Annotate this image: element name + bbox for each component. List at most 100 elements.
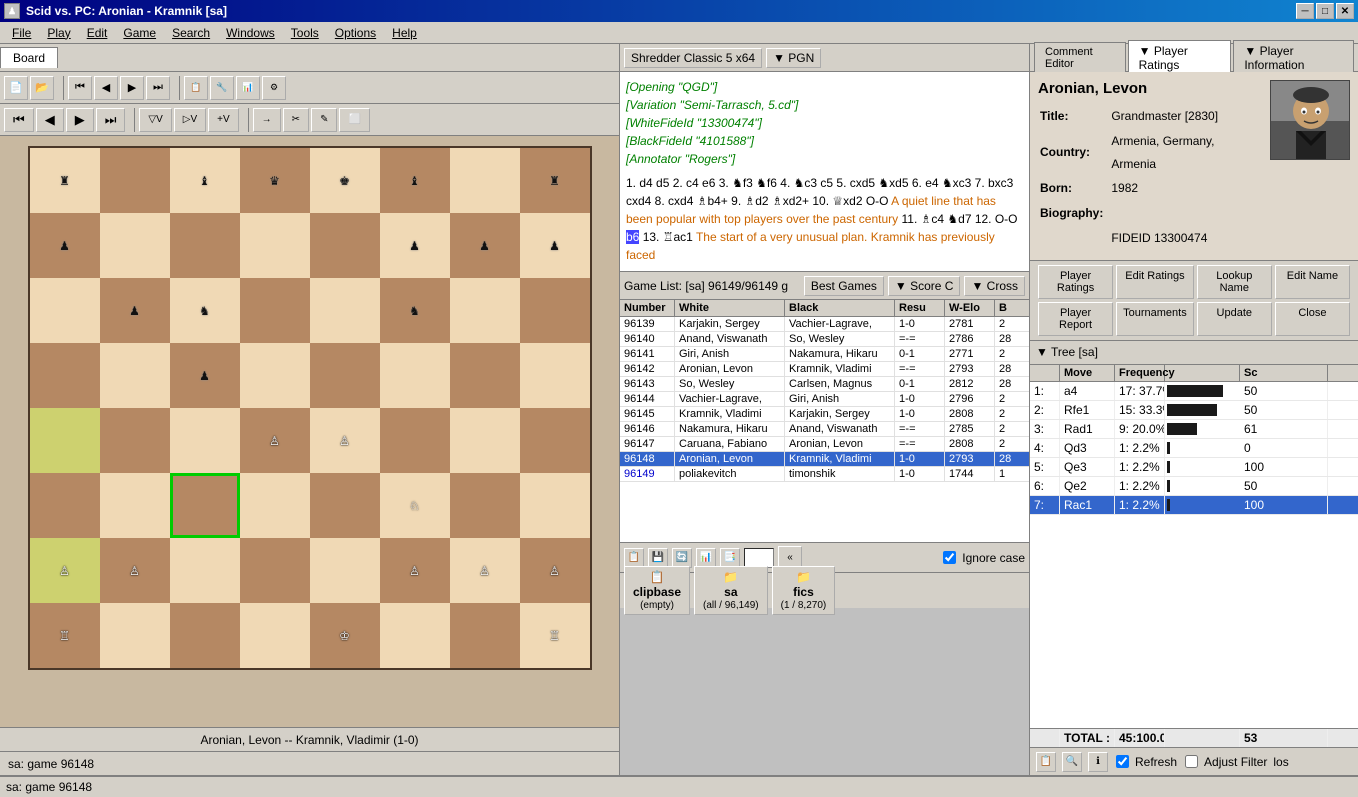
nav-end[interactable]: ⏭ [146,76,170,100]
nav-add-var[interactable]: +V [208,108,239,132]
nav-prev[interactable]: ◀ [36,108,64,132]
lookup-name-btn[interactable]: Lookup Name [1197,265,1272,299]
square-b2[interactable]: ♙ [100,538,170,603]
square-h3[interactable] [520,473,590,538]
nav-first[interactable]: ⏮ [4,108,34,132]
square-h2[interactable]: ♙ [520,538,590,603]
toolbar-icon4[interactable]: ⚙ [262,76,286,100]
game-row[interactable]: 96139Karjakin, SergeyVachier-Lagrave,1-0… [620,317,1029,332]
square-h4[interactable] [520,408,590,473]
square-e1[interactable]: ♔ [310,603,380,668]
fics-btn[interactable]: 📁 fics (1 / 8,270) [772,566,836,615]
tree-row[interactable]: 5:Qe31: 2.2%100 [1030,458,1358,477]
game-row[interactable]: 96142Aronian, LevonKramnik, Vladimi=-=27… [620,362,1029,377]
square-e2[interactable] [310,538,380,603]
clipbase-btn[interactable]: 📋 clipbase (empty) [624,566,690,615]
open-btn[interactable]: 📂 [30,76,54,100]
square-d2[interactable] [240,538,310,603]
square-b8[interactable] [100,148,170,213]
square-g2[interactable]: ♙ [450,538,520,603]
menu-item-help[interactable]: Help [384,24,425,42]
tree-icon1[interactable]: 📋 [1036,752,1056,772]
nav-copy[interactable]: ⬜ [339,108,369,132]
square-a4[interactable] [30,408,100,473]
menu-item-tools[interactable]: Tools [283,24,327,42]
square-f8[interactable]: ♝ [380,148,450,213]
game-row[interactable]: 96143So, WesleyCarlsen, Magnus0-1281228 [620,377,1029,392]
game-row[interactable]: 96146Nakamura, HikaruAnand, Viswanath=-=… [620,422,1029,437]
game-row[interactable]: 96144Vachier-Lagrave,Giri, Anish1-027962 [620,392,1029,407]
square-a3[interactable] [30,473,100,538]
comment-editor-tab[interactable]: Comment Editor [1034,42,1126,73]
gl-toolbar-btn1[interactable]: 📋 [624,548,644,568]
nav-fwd[interactable]: ▶ [120,76,144,100]
toolbar-icon1[interactable]: 📋 [184,76,208,100]
edit-name-btn[interactable]: Edit Name [1275,265,1350,299]
game-row[interactable]: 96140Anand, ViswanathSo, Wesley=-=278628 [620,332,1029,347]
toolbar-icon3[interactable]: 📊 [236,76,260,100]
square-g1[interactable] [450,603,520,668]
player-report-btn[interactable]: Player Report [1038,302,1113,336]
menu-item-game[interactable]: Game [115,24,164,42]
game-row[interactable]: 96149poliakevitchtimonshik1-017441 [620,467,1029,482]
square-g7[interactable]: ♟ [450,213,520,278]
square-d4[interactable]: ♙ [240,408,310,473]
square-b1[interactable] [100,603,170,668]
tree-row[interactable]: 7:Rac11: 2.2%100 [1030,496,1358,515]
adjust-filter-checkbox[interactable] [1185,755,1198,768]
square-c8[interactable]: ♝ [170,148,240,213]
square-d7[interactable] [240,213,310,278]
menu-item-file[interactable]: File [4,24,39,42]
tree-row[interactable]: 2:Rfe115: 33.3%50 [1030,401,1358,420]
board-tab[interactable]: Board [0,47,58,68]
square-e3[interactable] [310,473,380,538]
game-row[interactable]: 96148Aronian, LevonKramnik, Vladimi1-027… [620,452,1029,467]
game-row[interactable]: 96145Kramnik, VladimiKarjakin, Sergey1-0… [620,407,1029,422]
square-a2[interactable]: ♙ [30,538,100,603]
tree-row[interactable]: 3:Rad19: 20.0%61 [1030,420,1358,439]
square-f5[interactable] [380,343,450,408]
ignore-case-checkbox[interactable] [943,551,956,564]
square-d6[interactable] [240,278,310,343]
minimize-button[interactable]: ─ [1296,3,1314,19]
square-c2[interactable] [170,538,240,603]
sa-btn[interactable]: 📁 sa (all / 96,149) [694,566,768,615]
square-b4[interactable] [100,408,170,473]
square-b6[interactable]: ♟ [100,278,170,343]
nav-var-fwd[interactable]: ▷V [174,108,206,132]
square-e4[interactable]: ♙ [310,408,380,473]
tournaments-btn[interactable]: Tournaments [1116,302,1194,336]
square-a8[interactable]: ♜ [30,148,100,213]
nav-promote[interactable]: → [253,108,281,132]
toolbar-icon2[interactable]: 🔧 [210,76,234,100]
square-h1[interactable]: ♖ [520,603,590,668]
square-b3[interactable] [100,473,170,538]
square-e5[interactable] [310,343,380,408]
close-btn[interactable]: Close [1275,302,1350,336]
gl-toolbar-btn5[interactable]: 📑 [720,548,740,568]
square-d3[interactable] [240,473,310,538]
new-game-btn[interactable]: 📄 [4,76,28,100]
close-button[interactable]: ✕ [1336,3,1354,19]
square-b5[interactable] [100,343,170,408]
square-b7[interactable] [100,213,170,278]
menu-item-edit[interactable]: Edit [79,24,116,42]
nav-delete[interactable]: ✂ [283,108,309,132]
square-f7[interactable]: ♟ [380,213,450,278]
square-c1[interactable] [170,603,240,668]
square-c4[interactable] [170,408,240,473]
player-ratings-btn[interactable]: Player Ratings [1038,265,1113,299]
nav-back[interactable]: ◀ [94,76,118,100]
tree-row[interactable]: 6:Qe21: 2.2%50 [1030,477,1358,496]
square-c6[interactable]: ♞ [170,278,240,343]
square-g5[interactable] [450,343,520,408]
cross-btn[interactable]: ▼ Cross [964,276,1025,296]
menu-item-play[interactable]: Play [39,24,78,42]
nav-edit[interactable]: ✎ [311,108,337,132]
best-games-btn[interactable]: Best Games [804,276,884,296]
square-a5[interactable] [30,343,100,408]
edit-ratings-btn[interactable]: Edit Ratings [1116,265,1194,299]
square-h6[interactable] [520,278,590,343]
square-e7[interactable] [310,213,380,278]
gl-toolbar-btn3[interactable]: 🔄 [672,548,692,568]
